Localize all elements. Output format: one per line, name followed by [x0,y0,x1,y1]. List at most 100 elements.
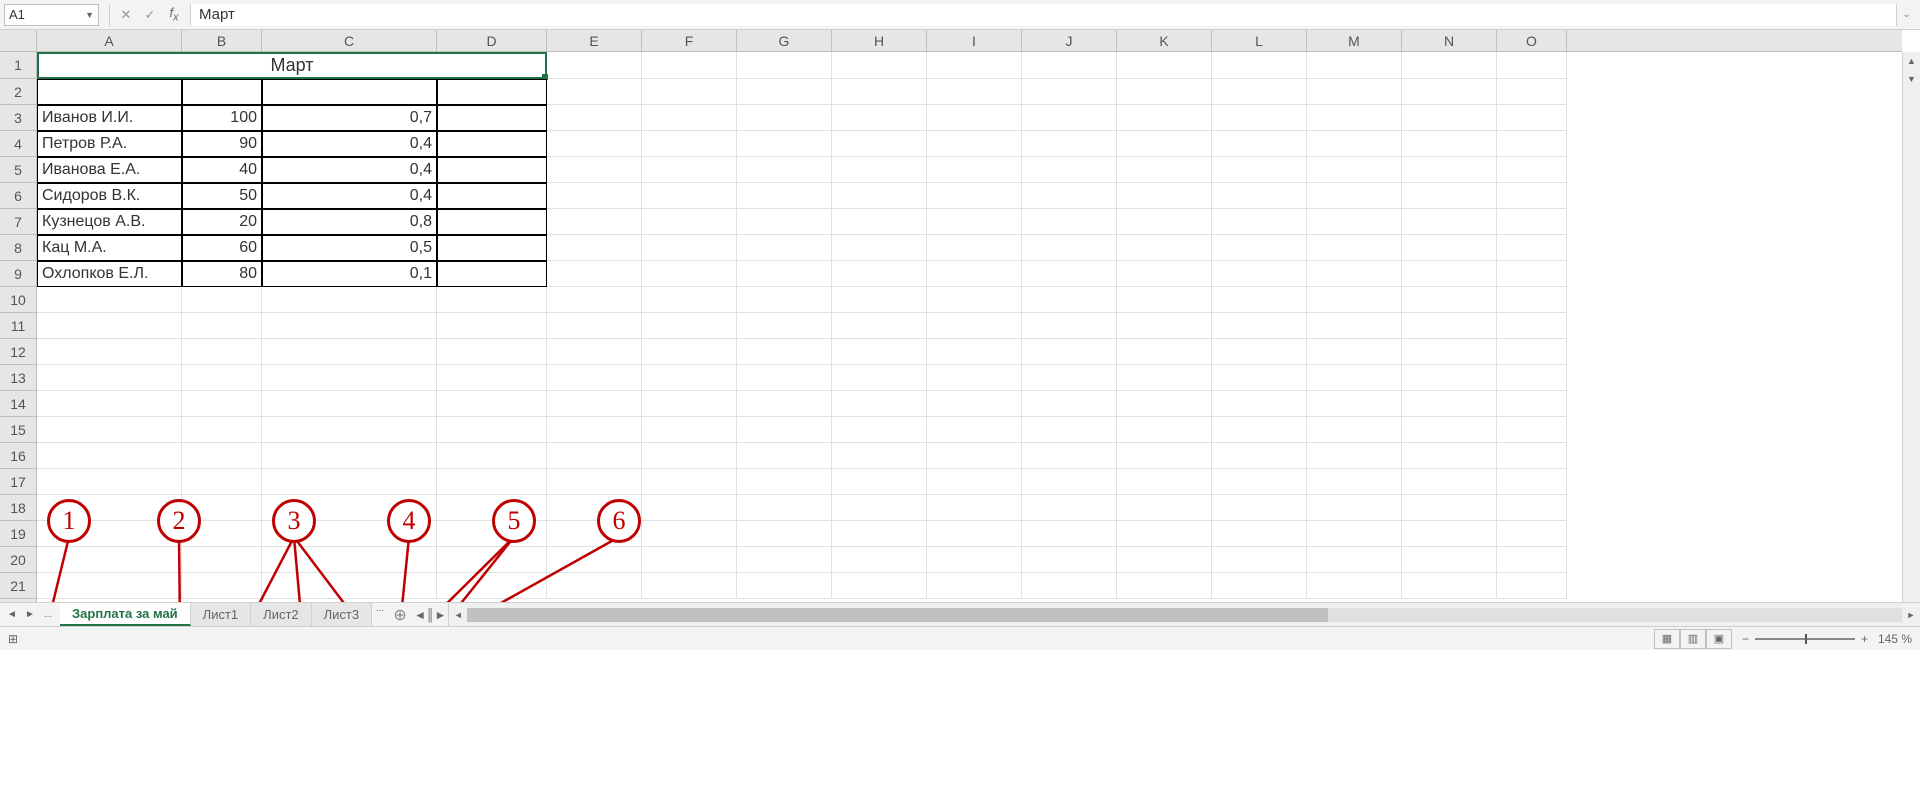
cell-B21[interactable] [182,573,262,599]
cell-J3[interactable] [1022,105,1117,131]
row-header-18[interactable]: 18 [0,495,36,521]
cell-N5[interactable] [1402,157,1497,183]
row-header-1[interactable]: 1 [0,52,36,79]
cell-O17[interactable] [1497,469,1567,495]
select-all-corner[interactable] [0,30,37,52]
cell-M3[interactable] [1307,105,1402,131]
cell-H16[interactable] [832,443,927,469]
cell-M18[interactable] [1307,495,1402,521]
formula-input[interactable]: Март [191,4,1896,26]
cell-H8[interactable] [832,235,927,261]
cell-E15[interactable] [547,417,642,443]
cell-F7[interactable] [642,209,737,235]
cell-L7[interactable] [1212,209,1307,235]
cell-E3[interactable] [547,105,642,131]
cell-L13[interactable] [1212,365,1307,391]
data-cell-C7[interactable]: 0,8 [262,209,437,235]
cell-N15[interactable] [1402,417,1497,443]
cell-G9[interactable] [737,261,832,287]
cell-H18[interactable] [832,495,927,521]
data-cell-A4[interactable]: Петров Р.А. [37,131,182,157]
cell-F21[interactable] [642,573,737,599]
cell-N14[interactable] [1402,391,1497,417]
cell-O12[interactable] [1497,339,1567,365]
cell-E4[interactable] [547,131,642,157]
cell-F10[interactable] [642,287,737,313]
cell-H1[interactable] [832,52,927,79]
cell-C14[interactable] [262,391,437,417]
row-header-2[interactable]: 2 [0,79,36,105]
data-cell-D5[interactable] [437,157,547,183]
cell-I1[interactable] [927,52,1022,79]
data-cell-B9[interactable]: 80 [182,261,262,287]
data-cell-A6[interactable]: Сидоров В.К. [37,183,182,209]
cell-G4[interactable] [737,131,832,157]
cell-O8[interactable] [1497,235,1567,261]
col-header-M[interactable]: M [1307,30,1402,51]
cell-G20[interactable] [737,547,832,573]
cell-K14[interactable] [1117,391,1212,417]
cells-area[interactable]: МартИванов И.И.1000,7Петров Р.А.900,4Ива… [37,52,1902,602]
col-header-H[interactable]: H [832,30,927,51]
cell-J6[interactable] [1022,183,1117,209]
cell-K19[interactable] [1117,521,1212,547]
cell-O2[interactable] [1497,79,1567,105]
cell-I15[interactable] [927,417,1022,443]
cell-K17[interactable] [1117,469,1212,495]
cell-K2[interactable] [1117,79,1212,105]
cell-I9[interactable] [927,261,1022,287]
cell-E17[interactable] [547,469,642,495]
cell-K13[interactable] [1117,365,1212,391]
cell-F6[interactable] [642,183,737,209]
cell-K12[interactable] [1117,339,1212,365]
data-cell-D6[interactable] [437,183,547,209]
row-header-7[interactable]: 7 [0,209,36,235]
cell-E5[interactable] [547,157,642,183]
cell-L11[interactable] [1212,313,1307,339]
row-header-15[interactable]: 15 [0,417,36,443]
col-header-D[interactable]: D [437,30,547,51]
cell-L15[interactable] [1212,417,1307,443]
cell-F12[interactable] [642,339,737,365]
data-cell-B8[interactable]: 60 [182,235,262,261]
cell-O11[interactable] [1497,313,1567,339]
cell-H19[interactable] [832,521,927,547]
row-header-5[interactable]: 5 [0,157,36,183]
cell-J13[interactable] [1022,365,1117,391]
cell-H10[interactable] [832,287,927,313]
data-cell-A2[interactable] [37,79,182,105]
cell-F4[interactable] [642,131,737,157]
cell-E7[interactable] [547,209,642,235]
cell-K18[interactable] [1117,495,1212,521]
cell-O6[interactable] [1497,183,1567,209]
cell-H2[interactable] [832,79,927,105]
cell-H15[interactable] [832,417,927,443]
accept-icon[interactable]: ✓ [140,7,160,23]
cell-K15[interactable] [1117,417,1212,443]
col-header-J[interactable]: J [1022,30,1117,51]
cell-C16[interactable] [262,443,437,469]
cell-J19[interactable] [1022,521,1117,547]
cell-N21[interactable] [1402,573,1497,599]
cell-J8[interactable] [1022,235,1117,261]
cell-G15[interactable] [737,417,832,443]
cell-I2[interactable] [927,79,1022,105]
cell-I17[interactable] [927,469,1022,495]
view-break-icon[interactable]: ▣ [1706,629,1732,649]
cell-J5[interactable] [1022,157,1117,183]
data-cell-B4[interactable]: 90 [182,131,262,157]
cell-A11[interactable] [37,313,182,339]
cell-J12[interactable] [1022,339,1117,365]
cell-M17[interactable] [1307,469,1402,495]
cell-L5[interactable] [1212,157,1307,183]
chevron-down-icon[interactable]: ▼ [85,10,94,20]
cell-C15[interactable] [262,417,437,443]
tab-prev-icon[interactable]: ◄ [4,609,20,620]
cell-G13[interactable] [737,365,832,391]
cell-N2[interactable] [1402,79,1497,105]
cell-M6[interactable] [1307,183,1402,209]
cell-N16[interactable] [1402,443,1497,469]
col-header-K[interactable]: K [1117,30,1212,51]
cell-O20[interactable] [1497,547,1567,573]
cell-J15[interactable] [1022,417,1117,443]
